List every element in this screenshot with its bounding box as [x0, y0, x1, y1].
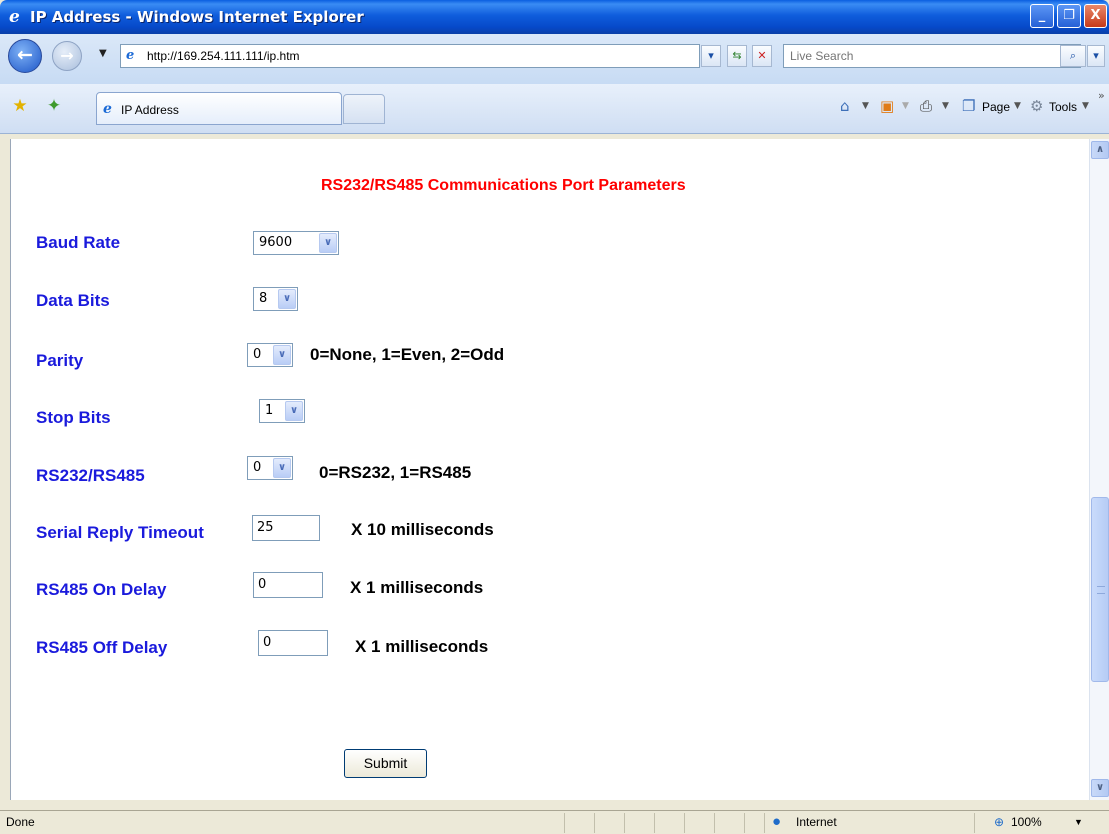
- minimize-button[interactable]: _: [1030, 4, 1054, 28]
- gear-icon: ⚙: [1030, 97, 1044, 115]
- scrollbar-thumb[interactable]: [1091, 497, 1109, 682]
- zoom-icon: ⊕: [994, 815, 1005, 829]
- new-tab-button[interactable]: [343, 94, 385, 124]
- globe-icon: ●: [772, 813, 782, 830]
- parity-select[interactable]: 0 ∨: [247, 343, 293, 367]
- zoom-level[interactable]: 100%: [1011, 811, 1042, 833]
- data-bits-label: Data Bits: [36, 291, 110, 310]
- search-input[interactable]: [788, 46, 1056, 66]
- serial-timeout-input[interactable]: 25: [252, 515, 320, 541]
- baud-rate-label: Baud Rate: [36, 233, 121, 252]
- off-delay-unit: X 1 milliseconds: [355, 637, 489, 656]
- on-delay-unit: X 1 milliseconds: [350, 578, 484, 597]
- parity-hint: 0=None, 1=Even, 2=Odd: [310, 345, 505, 364]
- parity-label: Parity: [36, 351, 84, 370]
- submit-button[interactable]: Submit: [344, 749, 427, 778]
- on-delay-label: RS485 On Delay: [36, 580, 167, 599]
- title-bar: e IP Address - Windows Internet Explorer…: [0, 0, 1109, 34]
- print-icon[interactable]: ⎙: [920, 96, 932, 116]
- chevron-down-icon[interactable]: ∨: [273, 345, 291, 365]
- off-delay-input[interactable]: 0: [258, 630, 328, 656]
- status-cell: [624, 813, 654, 833]
- search-icon[interactable]: ⌕: [1060, 45, 1086, 67]
- status-text: Done: [6, 815, 35, 829]
- rs-mode-value: 0: [253, 460, 262, 475]
- command-bar: ★ ✦ e IP Address ⌂ ▼ ▣ ▼ ⎙ ▼ ❐ Page ▼ ⚙ …: [0, 84, 1109, 134]
- url-text[interactable]: http://169.254.111.111/ip.htm: [147, 48, 300, 64]
- status-cell: [654, 813, 684, 833]
- scroll-up-icon[interactable]: ∧: [1091, 141, 1109, 159]
- search-field[interactable]: [783, 44, 1081, 68]
- page-icon: e: [126, 48, 135, 63]
- ie-logo-icon: e: [9, 7, 20, 27]
- on-delay-input[interactable]: 0: [253, 572, 323, 598]
- favorites-star-icon[interactable]: ★: [10, 96, 30, 116]
- print-dropdown-icon[interactable]: ▼: [942, 96, 949, 116]
- address-dropdown-icon[interactable]: ▾: [701, 45, 721, 67]
- status-cell: [684, 813, 714, 833]
- refresh-icon[interactable]: ⇆: [727, 45, 747, 67]
- home-icon[interactable]: ⌂: [840, 96, 850, 116]
- history-dropdown-icon[interactable]: ▼: [99, 48, 107, 60]
- chevron-down-icon[interactable]: ∨: [278, 289, 296, 309]
- grip-icon: [1097, 586, 1105, 594]
- scroll-down-icon[interactable]: ∨: [1091, 779, 1109, 797]
- vertical-scrollbar[interactable]: ∧ ∨: [1089, 139, 1109, 800]
- baud-rate-value: 9600: [259, 235, 293, 250]
- home-dropdown-icon[interactable]: ▼: [862, 96, 869, 116]
- feeds-icon[interactable]: ▣: [880, 96, 894, 116]
- chevron-more-icon[interactable]: »: [1098, 86, 1105, 106]
- url-field[interactable]: e http://169.254.111.111/ip.htm: [120, 44, 700, 68]
- tab-label: IP Address: [121, 103, 179, 117]
- stop-bits-label: Stop Bits: [36, 408, 111, 427]
- page-menu-button[interactable]: Page: [982, 98, 1010, 116]
- rs-mode-hint: 0=RS232, 1=RS485: [319, 463, 472, 482]
- page-title: RS232/RS485 Communications Port Paramete…: [321, 177, 686, 194]
- serial-timeout-label: Serial Reply Timeout: [36, 523, 204, 542]
- parity-value: 0: [253, 347, 262, 362]
- forward-button[interactable]: →: [52, 41, 82, 71]
- back-button[interactable]: ←: [8, 39, 42, 73]
- close-button[interactable]: X: [1084, 4, 1107, 28]
- search-options-icon[interactable]: ▾: [1087, 45, 1105, 67]
- stop-icon[interactable]: ✕: [752, 45, 772, 67]
- zoom-dropdown-icon[interactable]: ▼: [1074, 811, 1083, 833]
- tab-ip-address[interactable]: e IP Address: [96, 92, 342, 125]
- stop-bits-value: 1: [265, 403, 274, 418]
- chevron-down-icon[interactable]: ∨: [273, 458, 291, 478]
- ie-page-icon: e: [103, 101, 112, 117]
- baud-rate-select[interactable]: 9600 ∨: [253, 231, 339, 255]
- tools-menu-button[interactable]: Tools: [1049, 98, 1077, 116]
- data-bits-value: 8: [259, 291, 268, 306]
- zone-label: Internet: [796, 815, 837, 829]
- tools-dropdown-icon[interactable]: ▼: [1082, 96, 1089, 116]
- restore-button[interactable]: ❐: [1057, 4, 1081, 28]
- address-bar: ← → ▼ e http://169.254.111.111/ip.htm ▾ …: [0, 34, 1109, 84]
- window-title: IP Address - Windows Internet Explorer: [30, 8, 364, 26]
- add-favorites-icon[interactable]: ✦: [44, 96, 64, 116]
- status-bar: Done ● Internet ⊕ 100% ▼: [0, 810, 1109, 834]
- status-cell: [744, 813, 764, 833]
- page-content: RS232/RS485 Communications Port Paramete…: [10, 139, 1089, 800]
- status-cell: [564, 813, 594, 833]
- chevron-down-icon[interactable]: ∨: [285, 401, 303, 421]
- stop-bits-select[interactable]: 1 ∨: [259, 399, 305, 423]
- rs-mode-select[interactable]: 0 ∨: [247, 456, 293, 480]
- rs-mode-label: RS232/RS485: [36, 466, 145, 485]
- status-cell: [594, 813, 624, 833]
- off-delay-label: RS485 Off Delay: [36, 638, 168, 657]
- data-bits-select[interactable]: 8 ∨: [253, 287, 298, 311]
- page-dropdown-icon[interactable]: ▼: [1014, 96, 1021, 116]
- status-cell: [714, 813, 744, 833]
- feeds-dropdown-icon: ▼: [902, 101, 909, 111]
- serial-timeout-unit: X 10 milliseconds: [351, 520, 494, 539]
- page-menu-icon: ❐: [962, 97, 976, 115]
- chevron-down-icon[interactable]: ∨: [319, 233, 337, 253]
